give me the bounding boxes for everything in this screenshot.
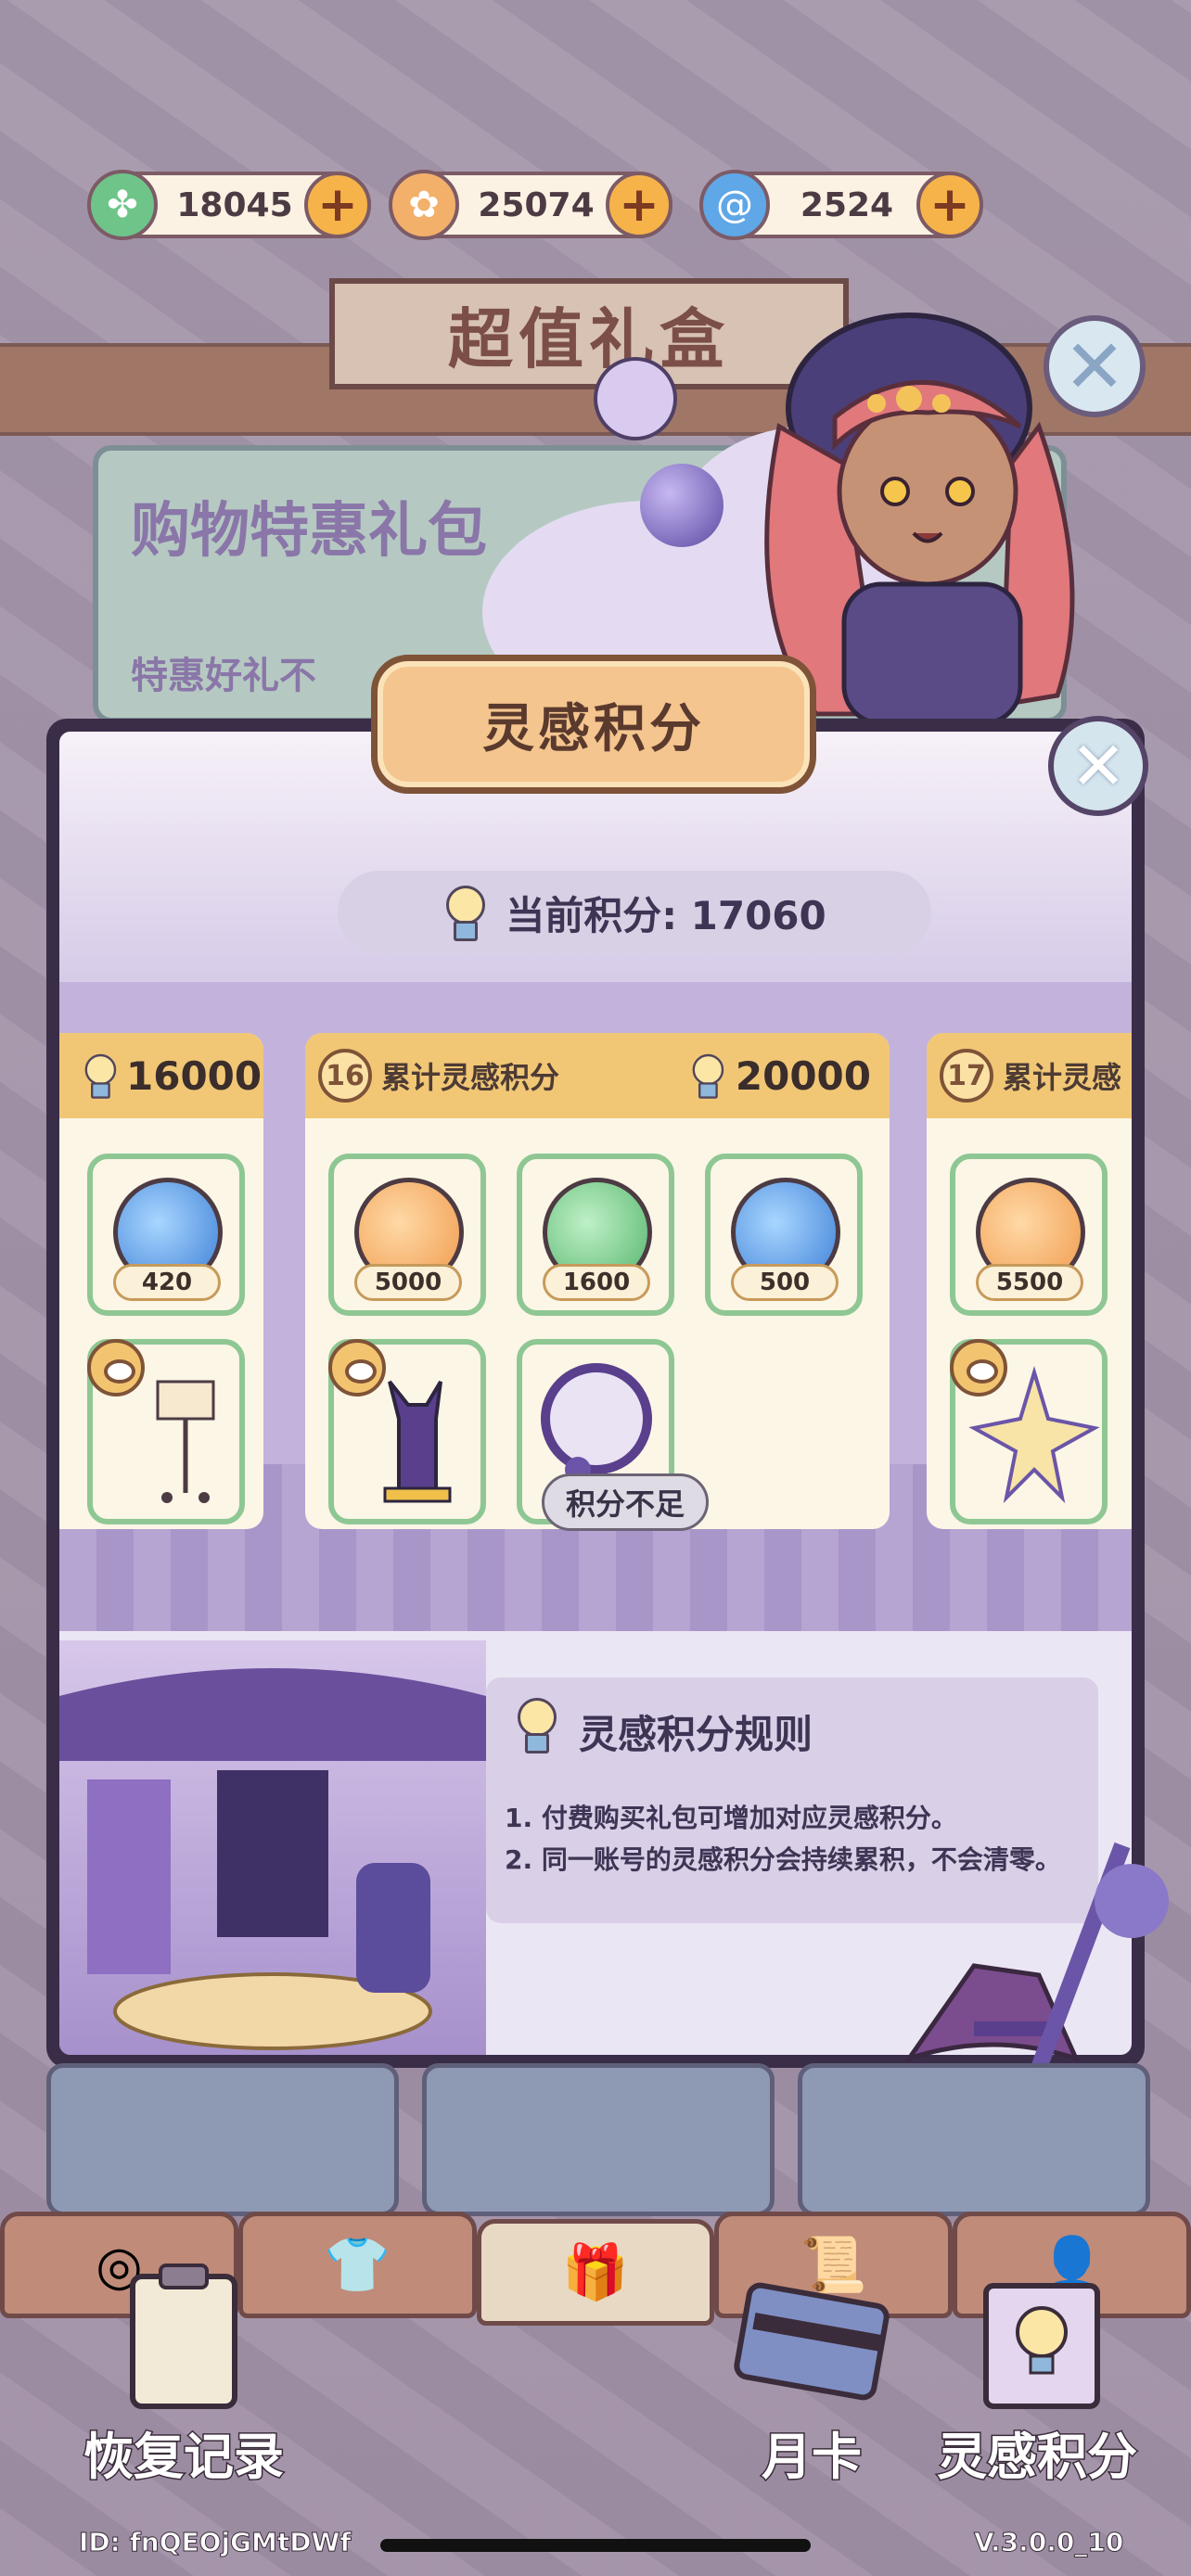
reward-quantity: 1600 xyxy=(543,1264,650,1301)
rule-line-1: 1. 付费购买礼包可增加对应灵感积分。 xyxy=(505,1803,957,1833)
spiral-orb-icon: @ xyxy=(699,170,770,240)
tier-points: 20000 xyxy=(735,1052,871,1099)
modal-title: 灵感积分 xyxy=(371,655,816,794)
reward-slot[interactable] xyxy=(328,1339,486,1524)
reward-tier-card: 16 累计灵感积分 20000 5000 1600 500 xyxy=(305,1033,890,1529)
clipboard-icon xyxy=(130,2264,237,2409)
tab-gift[interactable]: 🎁 xyxy=(476,2219,715,2326)
reward-tiers-carousel[interactable]: 16000 420 16 累计灵感积分 20000 5000 1600 500 … xyxy=(59,982,1132,1631)
reward-quantity: 5500 xyxy=(976,1264,1083,1301)
reward-tier-card: 17 累计灵感 5500 xyxy=(927,1033,1132,1529)
witch-hat-umbrella-decoration xyxy=(903,1842,1169,2072)
modal-close-button[interactable]: ✕ xyxy=(1048,716,1148,816)
cat-statue-icon xyxy=(383,1380,452,1503)
card-subtitle: 特惠好礼不 xyxy=(131,655,316,697)
tier-number-badge: 16 xyxy=(318,1049,372,1103)
tier-header: 16 累计灵感积分 20000 xyxy=(305,1033,890,1118)
card-icon xyxy=(734,2282,890,2401)
add-token-button[interactable]: + xyxy=(606,172,672,238)
inspiration-points-button[interactable]: 灵感积分 xyxy=(936,2283,1139,2489)
insufficient-points-button[interactable]: 积分不足 xyxy=(542,1473,709,1531)
tier-header: 16000 xyxy=(59,1033,263,1118)
current-points-display: 当前积分: 17060 xyxy=(338,871,931,954)
lightbulb-icon xyxy=(514,1698,557,1753)
monthly-card-button[interactable]: 月卡 xyxy=(733,2282,890,2489)
version-text: V.3.0.0_10 xyxy=(973,2527,1124,2558)
fortune-room-scene xyxy=(59,1668,486,2050)
monthly-card-label: 月卡 xyxy=(761,2427,864,2488)
inspiration-points-label: 灵感积分 xyxy=(936,2427,1139,2488)
clover-icon: ✤ xyxy=(87,170,158,240)
currency-clover: ✤ 18045 + xyxy=(87,170,371,240)
restore-record-label: 恢复记录 xyxy=(83,2427,286,2488)
reward-quantity: 5000 xyxy=(354,1264,462,1301)
bookstand-furniture-icon xyxy=(156,1380,215,1503)
tab-clothing[interactable]: 👕 xyxy=(237,2212,477,2318)
shirt-icon: 👕 xyxy=(324,2233,391,2296)
currency-value: 18045 xyxy=(176,185,293,224)
rules-title: 灵感积分规则 xyxy=(579,1712,813,1757)
reward-slot[interactable]: 1600 xyxy=(517,1154,674,1316)
coin-icon: ✿ xyxy=(389,170,459,240)
currency-value: 25074 xyxy=(478,185,595,224)
reward-quantity: 500 xyxy=(731,1264,839,1301)
reward-slot[interactable] xyxy=(950,1339,1108,1524)
reward-slot[interactable]: 5000 xyxy=(328,1154,486,1316)
lightbulb-icon xyxy=(442,886,486,941)
tier-points: 16000 xyxy=(126,1052,263,1099)
tier-label: 累计灵感积分 xyxy=(381,1060,560,1095)
fortune-room-illustration xyxy=(59,1640,486,2055)
player-id: ID: fnQEOjGMtDWf xyxy=(79,2527,352,2558)
card-title: 购物特惠礼包 xyxy=(131,497,487,566)
add-orb-button[interactable]: + xyxy=(916,172,983,238)
reward-slot[interactable] xyxy=(87,1339,245,1524)
tier-points-requirement: 20000 xyxy=(685,1033,871,1118)
restore-record-button[interactable]: 恢复记录 xyxy=(83,2264,286,2489)
add-clover-button[interactable]: + xyxy=(304,172,371,238)
reward-slot[interactable]: 5500 xyxy=(950,1154,1108,1316)
lightbulb-icon xyxy=(689,1053,724,1099)
reward-tier-card: 16000 420 xyxy=(59,1033,263,1529)
lightbulb-icon xyxy=(82,1053,117,1099)
currency-value: 2524 xyxy=(800,185,894,224)
shop-pack-card[interactable] xyxy=(798,2063,1150,2216)
reward-slot[interactable]: 500 xyxy=(705,1154,863,1316)
gift-icon: 🎁 xyxy=(561,2240,630,2303)
tier-number-badge: 17 xyxy=(940,1049,993,1103)
moon-orb-decoration xyxy=(594,357,677,440)
home-indicator[interactable] xyxy=(380,2539,811,2552)
reward-quantity: 420 xyxy=(113,1264,221,1301)
currency-orb: @ 2524 + xyxy=(699,170,983,240)
shop-pack-card[interactable] xyxy=(46,2063,399,2216)
currency-token: ✿ 25074 + xyxy=(389,170,672,240)
current-points-text: 当前积分: 17060 xyxy=(506,892,826,938)
reward-slot[interactable]: 420 xyxy=(87,1154,245,1316)
tier-header: 17 累计灵感 xyxy=(927,1033,1132,1118)
shop-pack-card[interactable] xyxy=(422,2063,775,2216)
star-crystal-icon xyxy=(968,1366,1100,1504)
lightbulb-book-icon xyxy=(983,2283,1100,2409)
tier-label: 累计灵感 xyxy=(1003,1060,1122,1095)
